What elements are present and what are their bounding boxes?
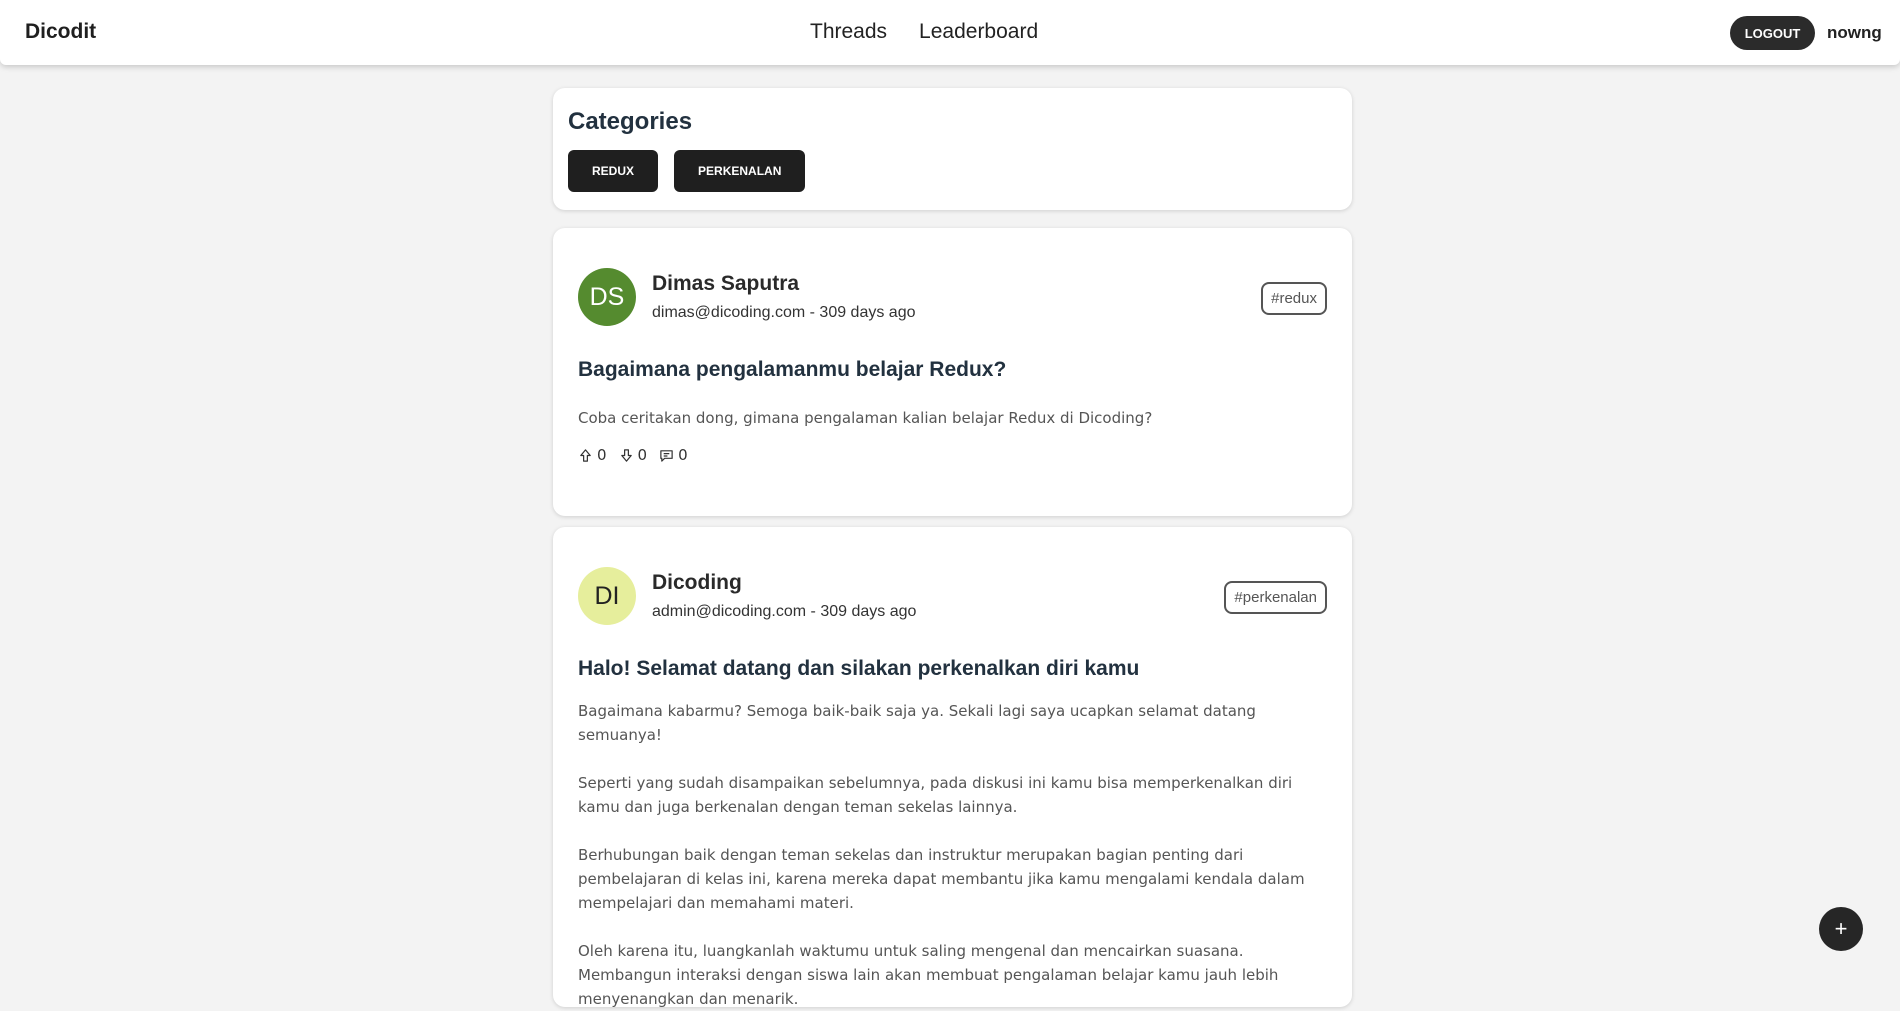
thread-actions: 0 0 0 [578,446,1327,464]
category-button-redux[interactable]: REDUX [568,150,659,192]
thread-title[interactable]: Halo! Selamat datang dan silakan perkena… [578,657,1327,681]
brand-logo[interactable]: Dicodit [25,20,96,44]
logout-button[interactable]: LOGOUT [1730,16,1815,50]
thread-owner: Dimas Saputra dimas@dicoding.com - 309 d… [652,272,916,322]
owner-name: Dicoding [652,571,742,594]
thread-body: Coba ceritakan dong, gimana pengalaman k… [578,406,1327,430]
add-thread-button[interactable]: + [1819,907,1863,951]
thread-body: Bagaimana kabarmu? Semoga baik-baik saja… [578,699,1327,1011]
owner-meta: dimas@dicoding.com - 309 days ago [652,304,916,321]
thread-header: DS Dimas Saputra dimas@dicoding.com - 30… [578,268,1327,326]
thread-paragraph: Berhubungan baik dengan teman sekelas da… [578,846,1305,912]
categories-title: Categories [568,108,693,135]
owner-name: Dimas Saputra [652,272,800,295]
nav-leaderboard-link[interactable]: Leaderboard [919,20,1038,44]
comments-button[interactable]: 0 [659,446,688,464]
thread-paragraph: Seperti yang sudah disampaikan sebelumny… [578,774,1293,816]
main-nav: Threads Leaderboard [810,20,1038,44]
downvote-count: 0 [637,446,648,464]
downvote-button[interactable]: 0 [619,446,648,464]
thread-header: DI Dicoding admin@dicoding.com - 309 day… [578,567,1327,625]
avatar: DS [578,268,636,326]
category-button-perkenalan[interactable]: PERKENALAN [674,150,806,192]
comment-icon [660,449,673,462]
comment-count: 0 [678,446,688,464]
nav-threads-link[interactable]: Threads [810,20,887,44]
thread-paragraph: Bagaimana kabarmu? Semoga baik-baik saja… [578,702,1256,744]
categories-card: Categories REDUX PERKENALAN [553,88,1352,210]
main-content: Categories REDUX PERKENALAN DS Dimas Sap… [553,88,1352,1008]
upvote-count: 0 [597,446,607,464]
username-label: nowng [1827,23,1882,42]
category-list: REDUX PERKENALAN [568,150,1337,192]
thread-owner: Dicoding admin@dicoding.com - 309 days a… [652,571,916,621]
upvote-button[interactable]: 0 [578,446,607,464]
arrow-down-icon [620,448,632,462]
avatar: DI [578,567,636,625]
thread-card: DS Dimas Saputra dimas@dicoding.com - 30… [553,228,1352,516]
arrow-up-icon [580,448,591,462]
thread-title[interactable]: Bagaimana pengalamanmu belajar Redux? [578,358,1327,382]
thread-paragraph: Oleh karena itu, luangkanlah waktumu unt… [578,942,1279,1008]
thread-card: DI Dicoding admin@dicoding.com - 309 day… [553,527,1352,1008]
owner-meta: admin@dicoding.com - 309 days ago [652,603,917,620]
category-tag[interactable]: #redux [1261,282,1327,315]
top-navbar: Dicodit Threads Leaderboard LOGOUT nowng [0,0,1900,65]
category-tag[interactable]: #perkenalan [1224,581,1327,614]
thread-paragraph: Coba ceritakan dong, gimana pengalaman k… [578,409,1153,427]
